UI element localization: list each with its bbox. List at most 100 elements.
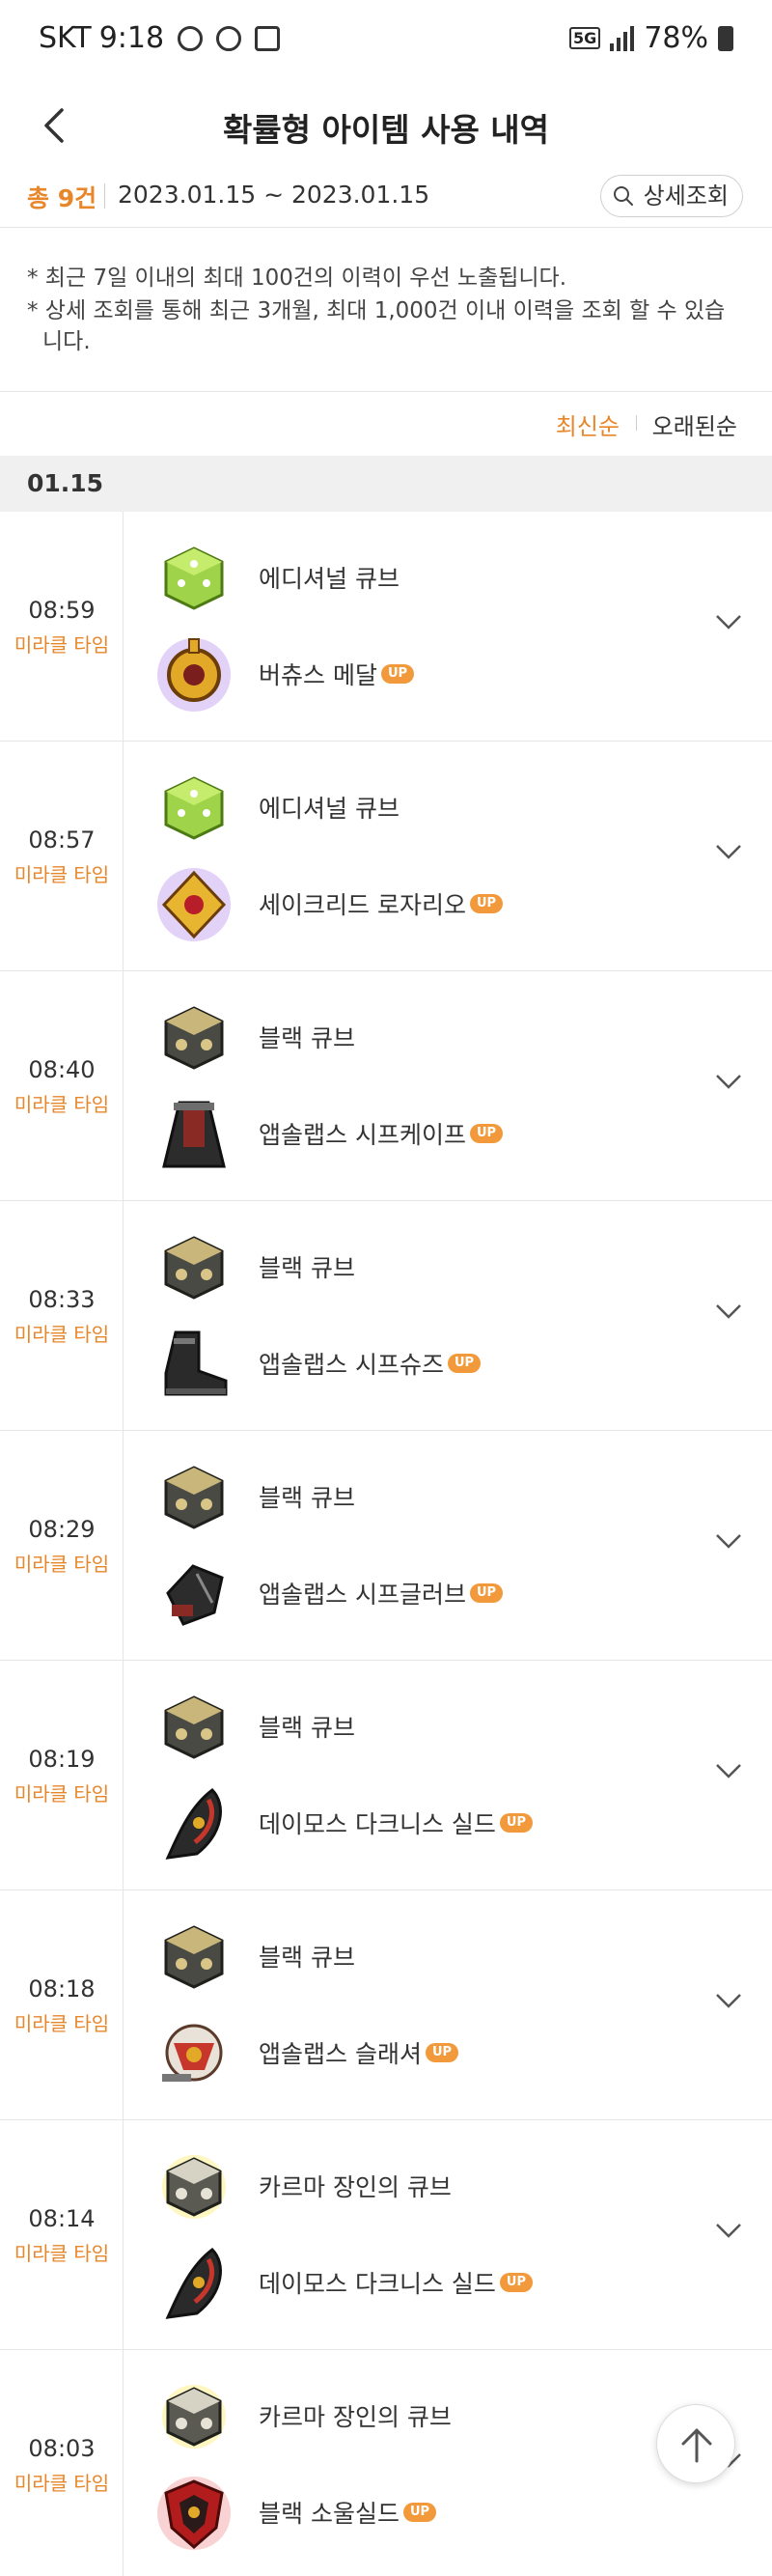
up-badge: UP [402, 2503, 437, 2522]
item-name: 앱솔랩스 시프케이프 [259, 1121, 466, 1149]
list-item[interactable]: 08:29 미라클 타임 블랙 큐브 앱솔랩스 시프글러브 UP [0, 1431, 772, 1661]
usage-type: 미라클 타임 [14, 633, 110, 657]
app-notification-icon [216, 25, 242, 51]
black-cube-icon [164, 1466, 224, 1529]
shield-icon [165, 2248, 222, 2319]
black-cube-icon [164, 1006, 224, 1070]
gloves-icon [166, 1564, 224, 1626]
shoes-icon [164, 1330, 228, 1396]
list-item[interactable]: 08:57 미라클 타임 에디셔널 큐브 세이크리드 로자리오 UP [0, 742, 772, 971]
usage-time: 08:19 [28, 1746, 96, 1773]
sort-oldest-button[interactable]: 오래된순 [652, 407, 737, 441]
cube-name: 에디셔널 큐브 [259, 795, 400, 823]
usage-time: 08:59 [28, 597, 96, 624]
search-icon [613, 186, 633, 206]
karma-cube-icon [162, 2385, 226, 2449]
additional-cube-icon [164, 546, 224, 610]
usage-time: 08:29 [28, 1516, 96, 1543]
list-item[interactable]: 08:14 미라클 타임 카르마 장인의 큐브 데이모스 다크니스 실드 UP [0, 2120, 772, 2350]
item-name: 앱솔랩스 시프슈즈 [259, 1351, 444, 1379]
up-badge: UP [469, 894, 504, 913]
item-name: 세이크리드 로자리오 [259, 891, 466, 919]
item-name: 앱솔랩스 슬래셔 [259, 2040, 422, 2068]
chevron-down-icon[interactable] [714, 2221, 743, 2240]
cube-name: 블랙 큐브 [259, 1254, 355, 1282]
up-badge: UP [499, 2273, 533, 2292]
up-badge: UP [469, 1124, 504, 1143]
item-name: 데이모스 다크니스 실드 [259, 1810, 496, 1838]
total-count: 총 9건 [27, 184, 97, 212]
up-badge: UP [447, 1354, 482, 1373]
usage-type: 미라클 타임 [14, 2012, 110, 2035]
cube-name: 블랙 큐브 [259, 1024, 355, 1052]
usage-list: 08:59 미라클 타임 에디셔널 큐브 버츄스 메달 UP 08:57 미라클… [0, 512, 772, 2576]
list-item[interactable]: 08:03 미라클 타임 카르마 장인의 큐브 블랙 소울실드 UP [0, 2350, 772, 2576]
notification-icon [178, 25, 204, 51]
item-name: 앱솔랩스 시프글러브 [259, 1581, 466, 1609]
black-cube-icon [164, 1925, 224, 1989]
up-badge: UP [469, 1583, 504, 1603]
soul-shield-icon [157, 2477, 231, 2550]
date-group-header: 01.15 [0, 456, 772, 512]
notice-text: * 상세 조회를 통해 최근 3개월, 최대 1,000건 이내 이력을 조회 … [27, 298, 726, 354]
notice-text: * 최근 7일 이내의 최대 100건의 이력이 우선 노출됩니다. [27, 266, 567, 291]
usage-time: 08:33 [28, 1286, 96, 1313]
usage-type: 미라클 타임 [14, 1553, 110, 1576]
chevron-down-icon[interactable] [714, 612, 743, 631]
battery-percent: 78% [644, 21, 708, 55]
cube-name: 블랙 큐브 [259, 1944, 355, 1972]
usage-time: 08:40 [28, 1056, 96, 1083]
karma-cube-icon [162, 2155, 226, 2219]
chevron-down-icon[interactable] [714, 842, 743, 861]
cape-icon [162, 1101, 226, 1168]
up-badge: UP [380, 664, 415, 684]
cube-name: 카르마 장인의 큐브 [259, 2173, 452, 2201]
list-item[interactable]: 08:33 미라클 타임 블랙 큐브 앱솔랩스 시프슈즈 UP [0, 1201, 772, 1431]
detail-search-label: 상세조회 [643, 182, 729, 210]
chevron-down-icon[interactable] [714, 1761, 743, 1780]
network-type: 5G [569, 27, 601, 49]
usage-time: 08:14 [28, 2205, 96, 2232]
page-title: 확률형 아이템 사용 내역 [222, 111, 550, 149]
chevron-down-icon[interactable] [714, 1991, 743, 2010]
usage-time: 08:57 [28, 826, 96, 854]
chevron-down-icon[interactable] [714, 1531, 743, 1551]
chevron-down-icon[interactable] [714, 1302, 743, 1321]
divider [104, 183, 105, 209]
notice-section: * 최근 7일 이내의 최대 100건의 이력이 우선 노출됩니다. * 상세 … [0, 228, 772, 392]
sort-latest-button[interactable]: 최신순 [556, 407, 620, 441]
signal-icon [610, 25, 635, 51]
black-cube-icon [164, 1695, 224, 1759]
detail-search-button[interactable]: 상세조회 [599, 175, 743, 217]
list-item[interactable]: 08:18 미라클 타임 블랙 큐브 앱솔랩스 슬래셔 UP [0, 1890, 772, 2120]
chevron-down-icon[interactable] [714, 1072, 743, 1091]
usage-time: 08:03 [28, 2435, 96, 2462]
gallery-icon [255, 25, 281, 51]
status-bar: SKT 9:18 5G 78% [0, 0, 772, 77]
shield-icon [165, 1788, 222, 1860]
sort-options: 최신순 오래된순 [0, 392, 772, 454]
usage-type: 미라클 타임 [14, 1093, 110, 1116]
list-item[interactable]: 08:40 미라클 타임 블랙 큐브 앱솔랩스 시프케이프 UP [0, 971, 772, 1201]
medal-icon [157, 638, 231, 712]
black-cube-icon [164, 1236, 224, 1300]
divider [636, 415, 637, 431]
up-badge: UP [499, 1813, 533, 1833]
usage-type: 미라클 타임 [14, 2242, 110, 2265]
cube-name: 카르마 장인의 큐브 [259, 2403, 452, 2431]
item-name: 블랙 소울실드 [259, 2500, 400, 2528]
item-name: 버츄스 메달 [259, 661, 377, 689]
list-item[interactable]: 08:19 미라클 타임 블랙 큐브 데이모스 다크니스 실드 UP [0, 1661, 772, 1890]
cube-name: 에디셔널 큐브 [259, 565, 400, 593]
scroll-top-button[interactable] [656, 2404, 735, 2483]
cube-name: 블랙 큐브 [259, 1484, 355, 1512]
usage-type: 미라클 타임 [14, 863, 110, 886]
clock: 9:18 [98, 21, 165, 55]
list-item[interactable]: 08:59 미라클 타임 에디셔널 큐브 버츄스 메달 UP [0, 512, 772, 742]
battery-icon [718, 25, 733, 51]
item-name: 데이모스 다크니스 실드 [259, 2270, 496, 2298]
rosary-icon [157, 868, 231, 941]
additional-cube-icon [164, 776, 224, 840]
carrier-label: SKT [39, 21, 92, 55]
usage-type: 미라클 타임 [14, 2472, 110, 2495]
